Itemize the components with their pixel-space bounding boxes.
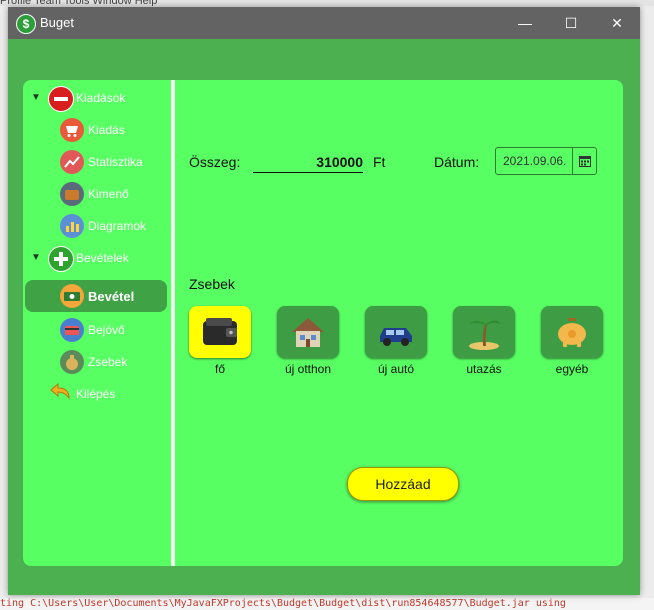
maximize-button[interactable]: ☐ [548, 7, 594, 39]
pocket-travel-label: utazás [466, 362, 502, 376]
card-in-icon [60, 318, 84, 342]
sidebar-item-statisztika[interactable]: Statisztika [23, 146, 171, 178]
pocket-new-home-label: új otthon [284, 362, 332, 376]
plus-circle-icon [48, 246, 74, 272]
house-icon [292, 318, 324, 347]
pocket-other-label: egyéb [555, 362, 589, 376]
date-picker[interactable]: 2021.09.06. [495, 147, 597, 175]
money-icon [60, 284, 84, 308]
dollar-app-icon: $ [16, 14, 36, 34]
money-bag-icon [60, 350, 84, 374]
sidebar-item-kiadas[interactable]: Kiadás [23, 114, 171, 146]
sidebar-item-label: Bejövő [88, 323, 125, 337]
sidebar-item-label: Kiadások [76, 91, 126, 105]
piggy-bank-icon [558, 318, 586, 347]
sidebar-item-label: Kimenő [88, 187, 129, 201]
title-bar[interactable]: $ Buget — ☐ ✕ [8, 7, 640, 39]
sidebar-item-kimeno[interactable]: Kimenő [23, 178, 171, 210]
sidebar-item-bevetel[interactable]: Bevétel [25, 280, 167, 312]
chart-line-icon [60, 150, 84, 174]
window-title: Buget [40, 15, 74, 30]
sidebar-item-label: Statisztika [88, 155, 143, 169]
pocket-main-label: fő [214, 362, 225, 376]
expand-arrow-icon[interactable]: ▼ [31, 92, 41, 103]
pocket-new-car-label: új autó [377, 362, 415, 376]
calendar-icon[interactable] [572, 148, 597, 174]
pocket-new-home-button[interactable] [277, 306, 339, 358]
amount-field[interactable]: 310000 [253, 152, 363, 173]
car-icon [380, 328, 412, 346]
sidebar-item-label: Bevételek [76, 251, 129, 265]
sidebar-item-label: Kilépés [76, 387, 116, 401]
sidebar-item-label: Zsebek [88, 355, 128, 369]
app-window: $ Buget — ☐ ✕ ▼ Kiadások Kiadás Statiszt… [8, 7, 640, 595]
currency-label: Ft [373, 154, 386, 170]
sidebar-item-kiadasok[interactable]: ▼ Kiadások [23, 82, 171, 114]
close-button[interactable]: ✕ [594, 7, 640, 39]
cart-icon [60, 118, 84, 142]
date-label: Dátum: [434, 154, 480, 170]
pocket-new-car-button[interactable] [365, 306, 427, 358]
sidebar-item-label: Kiadás [88, 123, 125, 137]
sidebar-item-diagramok[interactable]: Diagramok [23, 210, 171, 242]
pocket-travel-button[interactable] [453, 306, 515, 358]
pocket-main-button[interactable] [189, 306, 251, 358]
sidebar-item-label: Bevétel [88, 289, 135, 304]
exit-arrow-icon [48, 380, 72, 404]
sidebar-item-label: Diagramok [88, 219, 147, 233]
date-field[interactable]: 2021.09.06. [503, 154, 566, 168]
sidebar-tree: ▼ Kiadások Kiadás Statisztika Kimenő Dia… [23, 80, 171, 566]
minimize-button[interactable]: — [502, 7, 548, 39]
sidebar-item-bejovo[interactable]: Bejövő [23, 314, 171, 346]
add-button[interactable]: Hozzáad [347, 467, 459, 501]
pockets-label: Zsebek [189, 276, 235, 292]
palm-tree-icon [469, 315, 501, 350]
main-panel: ▼ Kiadások Kiadás Statisztika Kimenő Dia… [23, 80, 623, 566]
sidebar-item-bevetelek[interactable]: ▼ Bevételek [23, 242, 171, 274]
sidebar-item-zsebek[interactable]: Zsebek [23, 346, 171, 378]
ide-console-line: ting C:\Users\User\Documents\MyJavaFXPro… [0, 598, 654, 610]
sidebar-item-kilepes[interactable]: Kilépés [23, 378, 171, 410]
amount-label: Összeg: [189, 154, 241, 170]
pocket-other-button[interactable] [541, 306, 603, 358]
ide-menu-fragment: Profile Team Tools Window Help [0, 0, 654, 6]
minus-circle-icon [48, 86, 74, 112]
expand-arrow-icon[interactable]: ▼ [31, 252, 41, 263]
wallet-out-icon [60, 182, 84, 206]
bar-chart-icon [60, 214, 84, 238]
wallet-icon [203, 318, 237, 345]
income-form: Összeg: 310000 Ft Dátum: 2021.09.06. Zse… [175, 80, 623, 566]
